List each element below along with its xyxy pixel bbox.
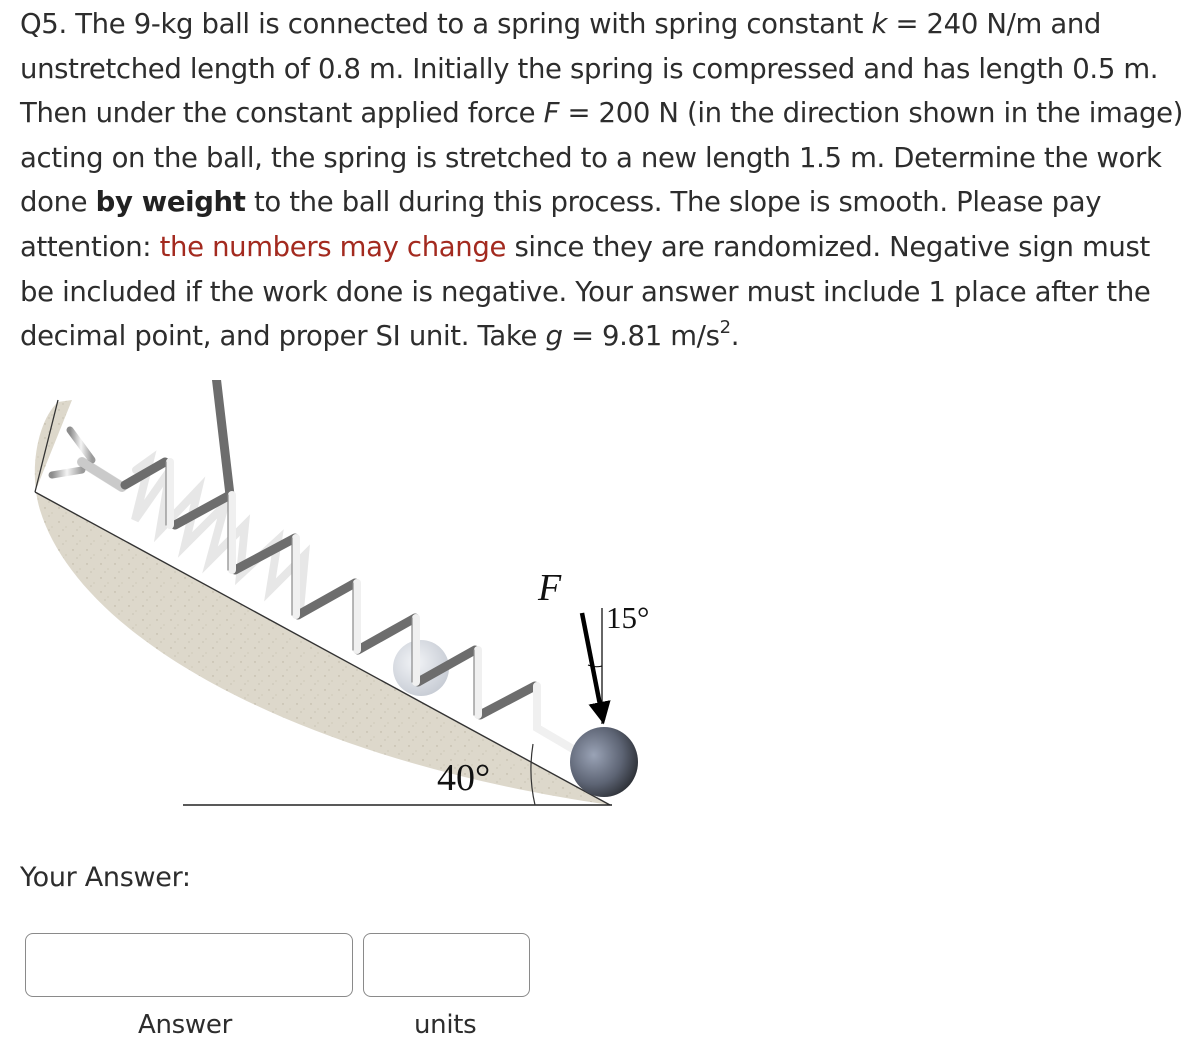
incline-surface [34,491,611,806]
spring-mount [48,426,127,492]
question-text-segment: The 9-kg ball is connected to a spring w… [66,8,872,40]
slope-angle-label: 40° [437,757,490,799]
force-angle-arc [587,664,603,668]
k-symbol: k [871,8,888,40]
question-text: Q5. The 9-kg ball is connected to a spri… [20,2,1185,359]
answer-field-label: Answer [138,1010,232,1040]
force-angle-label: 15° [606,600,649,635]
question-text-segment: = 9.81 m/s [562,320,720,353]
randomized-warning: the numbers may change [159,230,507,263]
units-field-label: units [414,1010,477,1040]
question-number: Q5. [20,8,67,40]
answer-input[interactable] [25,933,353,997]
question-text-segment: . [730,320,740,353]
question-paragraph: Q5. The 9-kg ball is connected to a spri… [20,2,1185,359]
incline-spring-figure: F 15° 40° [34,380,649,806]
g-symbol: g [545,320,563,353]
force-label: F [537,567,562,609]
emphasis-by-weight: by weight [95,186,246,219]
exponent: 2 [719,317,731,338]
units-input[interactable] [363,933,530,997]
your-answer-label: Your Answer: [20,862,191,893]
f-symbol: F [543,97,560,130]
ball [570,727,638,797]
